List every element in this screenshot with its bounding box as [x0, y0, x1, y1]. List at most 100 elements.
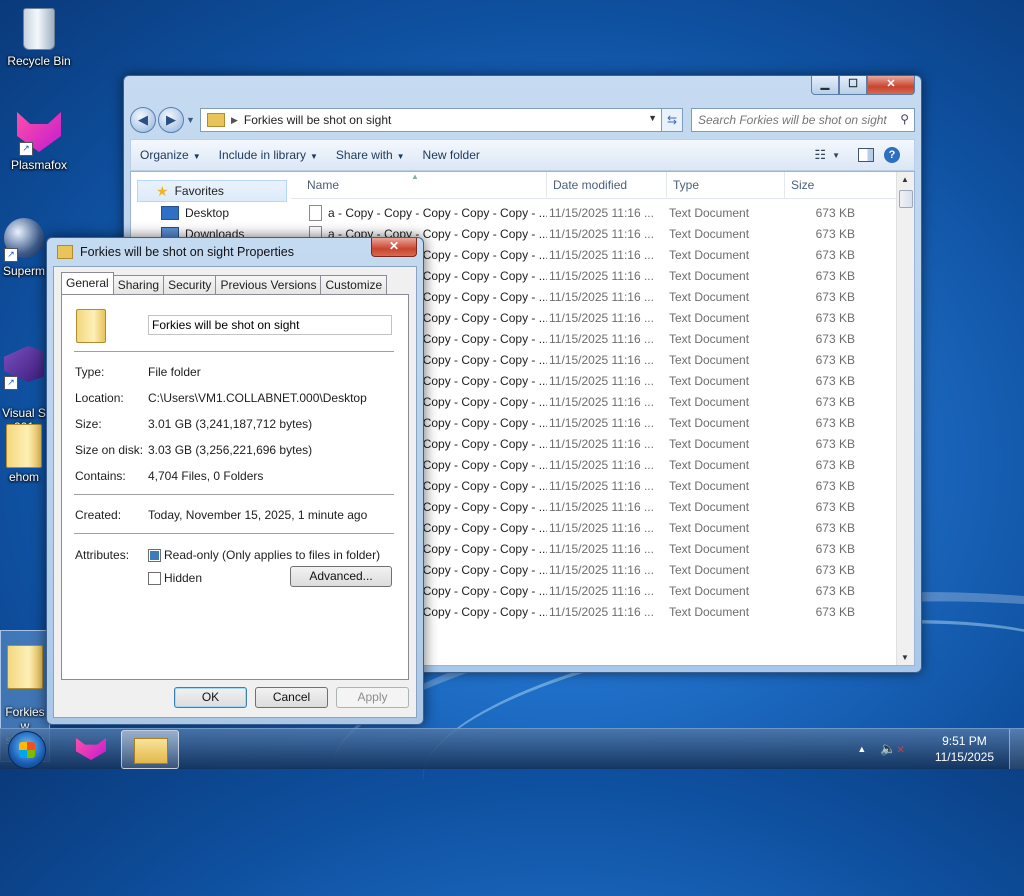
table-row[interactable]: a - Copy - Copy - Copy - Copy - Copy - .…: [291, 202, 896, 223]
type-value: File folder: [148, 365, 201, 379]
folder-icon: [3, 645, 47, 689]
vertical-scrollbar[interactable]: ▲ ▼: [896, 172, 914, 665]
file-date: 11/15/2025 11:16 ...: [549, 541, 654, 556]
recycle-bin-icon: [17, 8, 61, 52]
file-date: 11/15/2025 11:16 ...: [549, 394, 654, 409]
include-in-library-button[interactable]: Include in library ▼: [210, 148, 327, 162]
address-bar[interactable]: ▶ Forkies will be shot on sight ▼: [200, 108, 662, 132]
nav-item-label: Desktop: [185, 205, 230, 220]
file-type: Text Document: [669, 352, 750, 367]
nav-item-favorites[interactable]: ★ Favorites: [137, 180, 287, 202]
file-size: 673 KB: [815, 373, 855, 388]
dialog-body: General Sharing Security Previous Versio…: [53, 266, 417, 718]
show-hidden-icons-icon[interactable]: ▲: [857, 744, 866, 754]
file-type: Text Document: [669, 436, 750, 451]
tab-previous-versions[interactable]: Previous Versions: [215, 275, 322, 294]
system-tray: ▲ 🔈✕ 9:51 PM 11/15/2025: [857, 729, 994, 769]
share-with-button[interactable]: Share with ▼: [327, 148, 414, 162]
help-icon[interactable]: ?: [884, 147, 900, 163]
clock[interactable]: 9:51 PM 11/15/2025: [935, 733, 994, 765]
hidden-label[interactable]: Hidden: [164, 571, 202, 585]
desktop-icon-plasmafox[interactable]: ↗ Plasmafox: [2, 112, 76, 172]
hidden-checkbox[interactable]: [148, 572, 161, 585]
address-dropdown-icon[interactable]: ▼: [648, 113, 657, 123]
contains-label: Contains:: [75, 469, 126, 483]
window-controls: ▁ ☐ ✕: [811, 76, 915, 95]
show-desktop-button[interactable]: [1009, 729, 1024, 769]
column-header-name[interactable]: ▲ Name: [291, 172, 547, 198]
folder-name-input[interactable]: [148, 315, 392, 335]
chevron-down-icon[interactable]: ▼: [832, 151, 840, 160]
share-with-label: Share with: [335, 148, 393, 162]
folder-icon: [207, 113, 225, 127]
file-size: 673 KB: [815, 226, 855, 241]
file-date: 11/15/2025 11:16 ...: [549, 520, 654, 535]
back-button[interactable]: ◀: [130, 107, 156, 133]
minimize-button[interactable]: ▁: [811, 76, 839, 95]
advanced-button[interactable]: Advanced...: [290, 566, 392, 587]
apply-button[interactable]: Apply: [336, 687, 409, 708]
tab-sharing[interactable]: Sharing: [112, 275, 165, 294]
taskbar-explorer[interactable]: [121, 730, 179, 769]
breadcrumb-current-folder[interactable]: Forkies will be shot on sight: [244, 113, 391, 127]
scroll-down-icon[interactable]: ▼: [901, 653, 909, 662]
file-date: 11/15/2025 11:16 ...: [549, 562, 654, 577]
column-header-type[interactable]: Type: [667, 172, 785, 198]
file-size: 673 KB: [815, 457, 855, 472]
start-button[interactable]: [8, 731, 46, 769]
divider: [74, 533, 394, 534]
properties-dialog[interactable]: Forkies will be shot on sight Properties…: [46, 237, 424, 725]
file-size: 673 KB: [815, 562, 855, 577]
plasmafox-icon: [76, 738, 106, 760]
size-on-disk-label: Size on disk:: [75, 443, 144, 457]
file-type: Text Document: [669, 226, 750, 241]
scroll-up-icon[interactable]: ▲: [901, 175, 909, 184]
file-date: 11/15/2025 11:16 ...: [549, 226, 654, 241]
file-size: 673 KB: [815, 289, 855, 304]
ok-button[interactable]: OK: [174, 687, 247, 708]
search-input[interactable]: [692, 109, 910, 131]
star-icon: ★: [156, 182, 169, 199]
nav-item-desktop[interactable]: Desktop: [131, 202, 291, 223]
desktop-icon-superm[interactable]: ↗ Superm: [0, 218, 48, 278]
file-type: Text Document: [669, 562, 750, 577]
new-folder-button[interactable]: New folder: [414, 148, 489, 162]
desktop-icon: [161, 205, 179, 220]
tab-security[interactable]: Security: [163, 275, 217, 294]
file-type: Text Document: [669, 394, 750, 409]
file-size: 673 KB: [815, 499, 855, 514]
recent-pages-dropdown[interactable]: ▼: [186, 115, 196, 125]
organize-button[interactable]: Organize ▼: [131, 148, 210, 162]
scrollbar-thumb[interactable]: [899, 190, 913, 208]
cancel-button[interactable]: Cancel: [255, 687, 328, 708]
search-icon[interactable]: ⚲: [900, 112, 909, 126]
taskbar-plasmafox[interactable]: [62, 730, 118, 767]
readonly-checkbox[interactable]: [148, 549, 161, 562]
folder-icon: [76, 309, 106, 343]
file-type: Text Document: [669, 457, 750, 472]
search-box[interactable]: ⚲: [691, 108, 915, 132]
tab-customize[interactable]: Customize: [320, 275, 388, 294]
file-size: 673 KB: [815, 436, 855, 451]
breadcrumb-chevron-icon[interactable]: ▶: [231, 115, 238, 126]
chevron-down-icon: ▼: [396, 152, 405, 161]
volume-muted-icon[interactable]: 🔈✕: [880, 741, 905, 757]
file-date: 11/15/2025 11:16 ...: [549, 268, 654, 283]
maximize-button[interactable]: ☐: [839, 76, 867, 95]
dialog-close-button[interactable]: ✕: [371, 238, 417, 257]
preview-pane-icon[interactable]: [858, 148, 874, 162]
column-header-size[interactable]: Size: [785, 172, 896, 198]
file-type: Text Document: [669, 289, 750, 304]
view-options-icon[interactable]: ☷: [814, 147, 826, 163]
readonly-label[interactable]: Read-only (Only applies to files in fold…: [164, 548, 380, 562]
column-header-date-modified[interactable]: Date modified: [547, 172, 667, 198]
forward-button[interactable]: ▶: [158, 107, 184, 133]
file-size: 673 KB: [815, 205, 855, 220]
tab-general[interactable]: General: [61, 272, 114, 294]
size-value: 3.01 GB (3,241,187,712 bytes): [148, 417, 313, 431]
desktop-icon-ehom-folder[interactable]: ehom: [0, 424, 48, 484]
refresh-button[interactable]: ⇆: [662, 108, 683, 132]
shortcut-arrow-icon: ↗: [4, 248, 18, 262]
close-button[interactable]: ✕: [867, 76, 915, 95]
desktop-icon-recycle-bin[interactable]: Recycle Bin: [2, 8, 76, 68]
